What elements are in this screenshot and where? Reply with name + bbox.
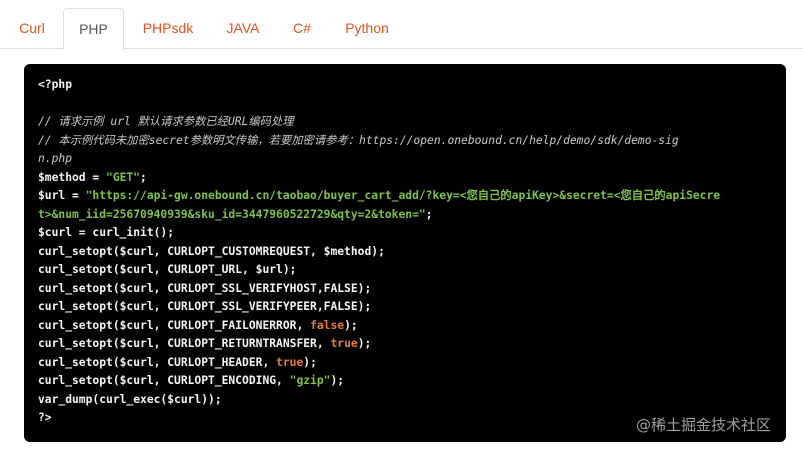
- code-token: curl_setopt($curl, CURLOPT_URL, $url);: [38, 263, 297, 276]
- tab-curl[interactable]: Curl: [8, 8, 56, 49]
- code-line: curl_setopt($curl, CURLOPT_SSL_VERIFYHOS…: [38, 280, 776, 299]
- code-token: <?php: [38, 78, 73, 91]
- code-token: curl_setopt($curl, CURLOPT_RETURNTRANSFE…: [38, 337, 331, 350]
- code-token: "https://api-gw.onebound.cn/taobao/buyer…: [85, 189, 721, 202]
- code-token: );: [303, 355, 317, 369]
- code-token: t>&num_iid=25670940939&sku_id=3447960522…: [38, 207, 426, 221]
- code-token: curl_setopt($curl, CURLOPT_FAILONERROR,: [38, 318, 311, 332]
- code-line: curl_setopt($curl, CURLOPT_FAILONERROR, …: [38, 317, 776, 336]
- code-line: curl_setopt($curl, CURLOPT_URL, $url);: [38, 261, 776, 280]
- code-token: curl_setopt($curl, CURLOPT_CUSTOMREQUEST…: [38, 244, 385, 258]
- code-token: );: [357, 337, 372, 350]
- tab-python[interactable]: Python: [332, 8, 402, 49]
- code-line: // 请求示例 url 默认请求参数已经URL编码处理: [38, 113, 776, 132]
- code-token: );: [344, 318, 358, 332]
- code-line: $url = "https://api-gw.onebound.cn/taoba…: [38, 187, 776, 206]
- code-line: t>&num_iid=25670940939&sku_id=3447960522…: [38, 206, 776, 225]
- code-token: var_dump(curl_exec($curl));: [38, 392, 222, 406]
- code-line: var_dump(curl_exec($curl));: [38, 391, 776, 410]
- code-line: $method = "GET";: [38, 169, 776, 188]
- code-token: curl_setopt($curl, CURLOPT_SSL_VERIFYHOS…: [38, 281, 372, 295]
- code-line: curl_setopt($curl, CURLOPT_RETURNTRANSFE…: [38, 335, 776, 354]
- tab-java[interactable]: JAVA: [214, 8, 272, 49]
- code-line: curl_setopt($curl, CURLOPT_CUSTOMREQUEST…: [38, 243, 776, 262]
- code-token: // 请求示例 url 默认请求参数已经URL编码处理: [38, 115, 294, 128]
- code-token: true: [276, 355, 304, 369]
- tab-csharp[interactable]: C#: [282, 8, 322, 49]
- code-token: ;: [425, 207, 433, 221]
- code-token: ;: [140, 170, 147, 184]
- code-line: curl_setopt($curl, CURLOPT_ENCODING, "gz…: [38, 372, 776, 391]
- php-code: <?php // 请求示例 url 默认请求参数已经URL编码处理 // 本示例代码…: [38, 76, 776, 428]
- code-token: ?>: [38, 411, 52, 424]
- code-token: curl_setopt($curl, CURLOPT_HEADER,: [38, 355, 277, 369]
- code-token: false: [310, 318, 345, 332]
- code-line: curl_setopt($curl, CURLOPT_SSL_VERIFYPEE…: [38, 298, 776, 317]
- code-line: $curl = curl_init();: [38, 224, 776, 243]
- code-line: curl_setopt($curl, CURLOPT_HEADER, true)…: [38, 354, 776, 373]
- tab-phpsdk[interactable]: PHPsdk: [132, 8, 204, 49]
- code-token: "gzip": [289, 374, 331, 387]
- tab-php[interactable]: PHP: [63, 8, 124, 50]
- code-line: <?php: [38, 76, 776, 95]
- code-token: n.php: [38, 152, 73, 165]
- code-line: // 本示例代码未加密secret参数明文传输，若要加密请参考：https://…: [38, 132, 776, 151]
- code-token: curl_setopt($curl, CURLOPT_ENCODING,: [38, 374, 290, 387]
- watermark: @稀土掘金技术社区: [636, 416, 772, 434]
- code-token: // 本示例代码未加密secret参数明文传输，若要加密请参考：https://…: [38, 133, 679, 147]
- code-token: $curl = curl_init();: [38, 226, 175, 239]
- code-line: n.php: [38, 150, 776, 169]
- code-token: true: [330, 337, 358, 350]
- language-tabs: Curl PHP PHPsdk JAVA C# Python: [0, 0, 803, 50]
- code-token: $method =: [38, 170, 107, 184]
- code-token: curl_setopt($curl, CURLOPT_SSL_VERIFYPEE…: [38, 300, 372, 313]
- code-token: );: [330, 374, 345, 387]
- code-token: $url =: [38, 189, 86, 202]
- code-block[interactable]: <?php // 请求示例 url 默认请求参数已经URL编码处理 // 本示例代码…: [24, 64, 786, 442]
- code-token: "GET": [106, 170, 141, 184]
